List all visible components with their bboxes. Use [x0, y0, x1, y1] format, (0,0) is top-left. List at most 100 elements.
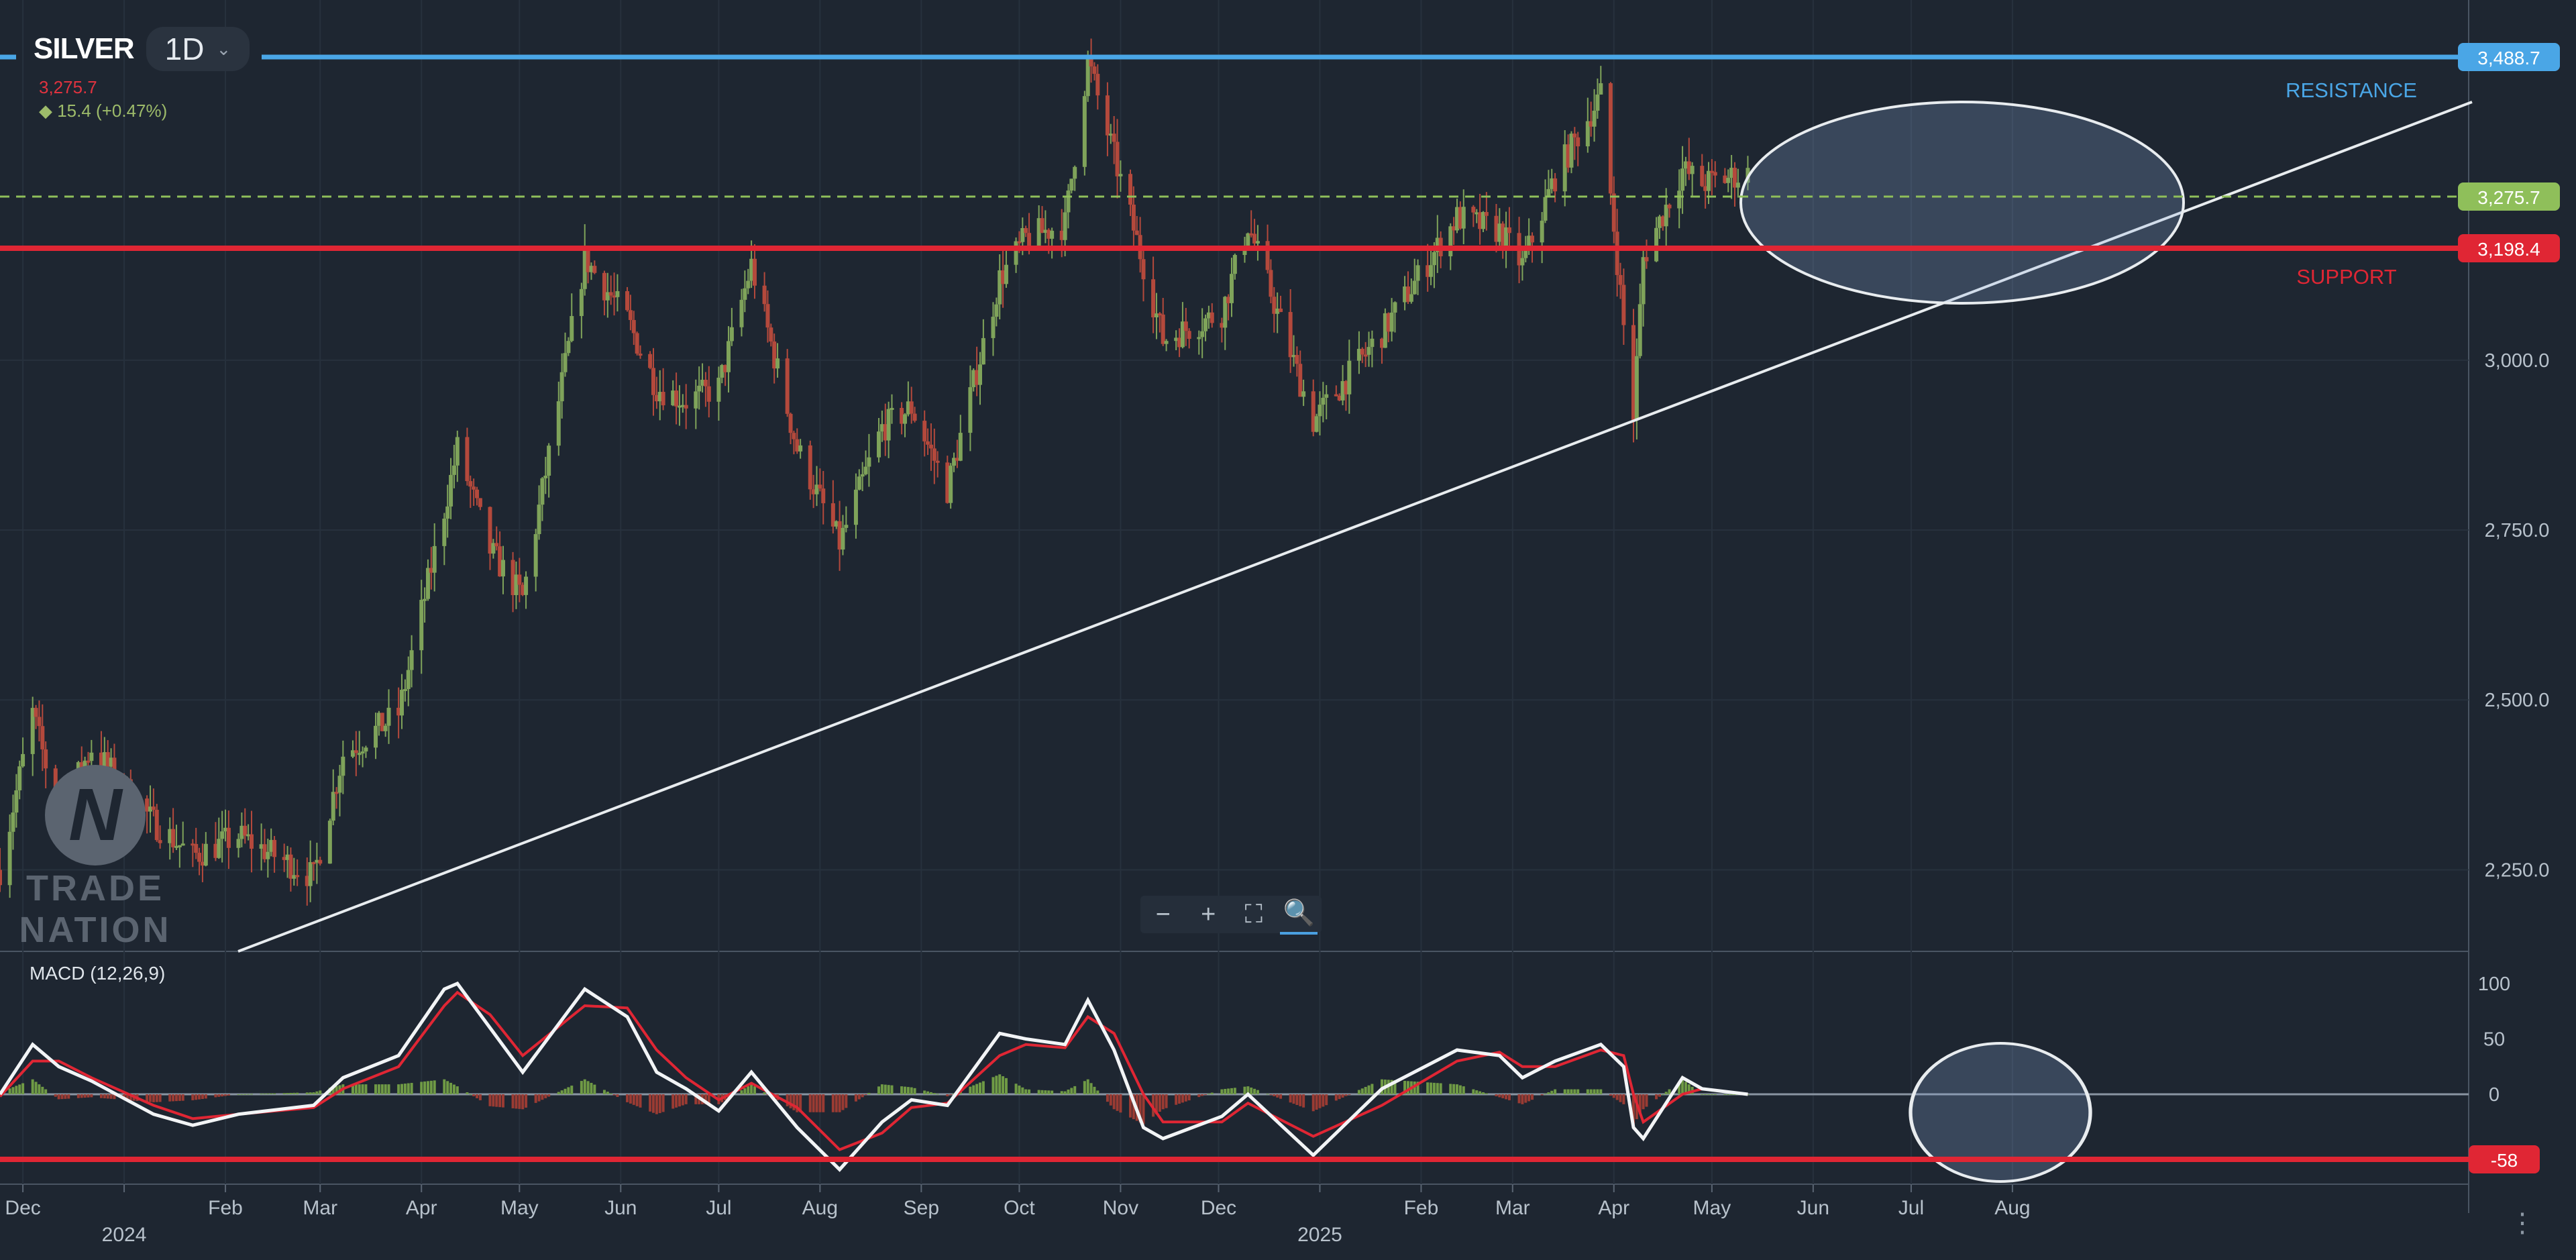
zoom-out-button[interactable]: −	[1144, 896, 1182, 933]
symbol-label[interactable]: SILVER	[34, 32, 135, 66]
macd-hist-bar	[1004, 1078, 1008, 1094]
macd-hist-bar	[1472, 1089, 1475, 1094]
candle-body	[1429, 265, 1434, 277]
candle-body	[1229, 274, 1234, 303]
zoom-in-button[interactable]: +	[1189, 896, 1227, 933]
candle-body	[1269, 270, 1273, 297]
macd-hist-bar	[54, 1094, 57, 1097]
macd-hist-bar	[155, 1094, 158, 1102]
candle-body	[37, 717, 42, 727]
candle-body	[236, 839, 241, 848]
candle-body	[648, 354, 653, 368]
more-options-icon[interactable]: ⋮	[2509, 1208, 2536, 1239]
macd-hist-bar	[403, 1084, 407, 1094]
macd-hist-bar	[949, 1094, 953, 1095]
macd-hist-bar	[1432, 1082, 1436, 1094]
macd-hist-bar	[861, 1094, 864, 1098]
chart-canvas[interactable]: RESISTANCE SUPPORT MACD (12,26,9) 2,250.…	[0, 0, 2576, 1260]
candle-body	[556, 401, 561, 446]
candle-body	[34, 708, 38, 717]
macd-hist-bar	[1292, 1094, 1295, 1104]
macd-hist-bar	[815, 1094, 818, 1112]
macd-hist-bar	[583, 1079, 586, 1094]
x-tick-label: Apr	[406, 1197, 437, 1219]
candle-body	[1409, 294, 1413, 302]
candle-body	[272, 839, 277, 857]
candle-body	[7, 831, 12, 886]
macd-hist-bar	[1645, 1094, 1648, 1107]
macd-hist-bar	[818, 1094, 822, 1112]
candle-body	[1073, 166, 1077, 179]
candle-body	[1347, 360, 1352, 395]
candle-body	[1115, 142, 1120, 176]
macd-hist-bar	[567, 1087, 570, 1094]
candle-body	[1128, 174, 1133, 205]
macd-hist-bar	[181, 1094, 184, 1101]
macd-hist-bar	[44, 1089, 48, 1094]
macd-hist-bar	[67, 1094, 70, 1099]
macd-hist-bar	[1210, 1092, 1214, 1094]
y-tick-label: 2,250.0	[2485, 859, 2550, 881]
macd-hist-bar	[361, 1084, 364, 1094]
candle-body	[468, 481, 473, 487]
candle-body	[762, 285, 767, 305]
candle-body	[1461, 207, 1466, 229]
fit-screen-button[interactable]: ⛶	[1235, 896, 1273, 933]
candle-body	[867, 457, 871, 467]
macd-hist-bar	[21, 1083, 25, 1094]
macd-hist-bar	[358, 1084, 361, 1094]
macd-hist-bar	[1371, 1084, 1374, 1094]
macd-hist-bar	[923, 1090, 926, 1094]
candle-body	[465, 437, 470, 482]
macd-hist-bar	[593, 1084, 596, 1094]
macd-hist-bar	[521, 1094, 525, 1110]
candle-body	[1232, 255, 1237, 274]
macd-hist-bar	[1184, 1094, 1187, 1102]
candle-body	[0, 870, 2, 886]
macd-hist-bar	[841, 1094, 845, 1110]
macd-hist-bar	[1498, 1094, 1501, 1098]
macd-hist-bar	[995, 1075, 998, 1094]
candle-body	[792, 433, 796, 439]
macd-hist-bar	[1439, 1083, 1442, 1094]
macd-hist-bar	[1315, 1094, 1318, 1110]
macd-hist-bar	[1615, 1094, 1619, 1100]
candle-body	[1569, 134, 1574, 168]
macd-hist-bar	[60, 1094, 64, 1100]
macd-hist-bar	[763, 1092, 766, 1094]
highlight-ellipse-price[interactable]	[1739, 101, 2185, 305]
x-tick-label: May	[500, 1197, 539, 1219]
candle-body	[1105, 95, 1110, 136]
macd-hist-bar	[1586, 1089, 1589, 1094]
macd-hist-bar	[1295, 1094, 1299, 1105]
macd-hist-bar	[478, 1094, 482, 1100]
candle-body	[1507, 227, 1511, 233]
macd-hist-bar	[1505, 1094, 1508, 1100]
macd-hist-bar	[420, 1082, 423, 1094]
candle-body	[1735, 182, 1740, 188]
candle-body	[400, 690, 405, 716]
candle-body	[472, 486, 476, 490]
macd-hist-bar	[831, 1094, 835, 1112]
candle-body	[912, 413, 917, 421]
macd-hist-bar	[857, 1094, 861, 1100]
badge-macd-level-text: -58	[2491, 1150, 2518, 1171]
candle-body	[360, 751, 365, 754]
candle-body	[1370, 338, 1375, 348]
macd-hist-bar	[1730, 1094, 1733, 1095]
macd-hist-bar	[946, 1094, 949, 1096]
candle-body	[821, 488, 826, 504]
macd-hist-bar	[750, 1084, 753, 1094]
candle-body	[628, 310, 633, 320]
zoom-select-button[interactable]: 🔍	[1280, 894, 1318, 935]
macd-hist-bar	[1322, 1094, 1325, 1107]
macd-hist-bar	[1253, 1088, 1256, 1094]
macd-hist-bar	[64, 1094, 67, 1099]
timeframe-selector[interactable]: 1D ⌄	[146, 27, 250, 71]
candle-body	[1321, 397, 1326, 405]
x-tick-label: Aug	[802, 1197, 838, 1219]
candle-body	[631, 319, 636, 333]
candle-body	[563, 353, 568, 372]
candle-body	[226, 827, 231, 848]
macd-hist-bar	[518, 1094, 521, 1109]
